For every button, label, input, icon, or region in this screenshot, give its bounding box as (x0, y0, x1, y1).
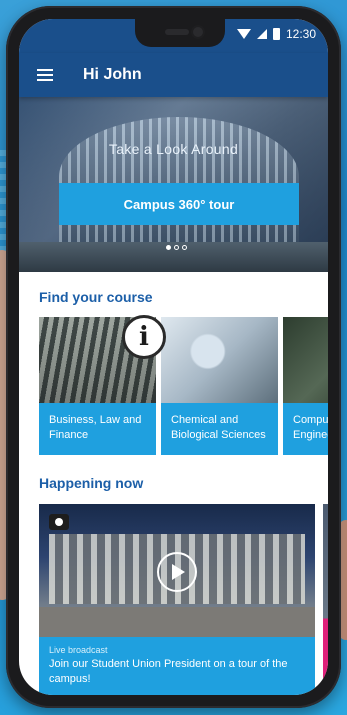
course-label: Computing Engineer (293, 414, 328, 441)
app-bar: Hi John (19, 53, 328, 97)
play-button[interactable] (157, 552, 197, 592)
event-image (39, 504, 315, 637)
next-event-card[interactable] (323, 504, 328, 695)
course-carousel[interactable]: Business, Law and Finance Chemical and B… (39, 317, 328, 457)
hero-carousel[interactable]: Take a Look Around Campus 360° tour (19, 97, 328, 272)
phone-frame: 12:30 Hi John Take a Look Around Campus … (6, 6, 341, 708)
course-label: Chemical and Biological Sciences (171, 414, 266, 441)
status-bar: 12:30 (19, 19, 328, 53)
carousel-dot-1[interactable] (166, 245, 171, 250)
event-kicker: Live broadcast (49, 645, 108, 655)
course-image (161, 317, 278, 403)
page-title: Hi John (83, 66, 142, 83)
speaker (165, 29, 189, 35)
hero-caption: Take a Look Around (108, 141, 239, 157)
front-camera (193, 27, 203, 37)
status-icons: 12:30 (236, 27, 316, 41)
video-camera-icon (49, 514, 69, 530)
status-time: 12:30 (285, 27, 316, 41)
carousel-dot-3[interactable] (182, 245, 187, 250)
carousel-dot-2[interactable] (174, 245, 179, 250)
happening-now-heading: Happening now (39, 475, 144, 491)
battery-icon (272, 28, 280, 40)
course-card-chemical[interactable]: Chemical and Biological Sciences (161, 317, 278, 455)
event-ground (39, 607, 315, 637)
course-label: Business, Law and Finance (49, 414, 142, 441)
signal-icon (256, 29, 267, 39)
notch (135, 19, 225, 47)
info-icon[interactable]: i (122, 315, 166, 359)
course-image (283, 317, 328, 403)
menu-icon[interactable] (23, 53, 67, 97)
course-card-computing[interactable]: Computing Engineer (283, 317, 328, 455)
play-icon (172, 564, 185, 580)
wifi-icon (236, 29, 251, 39)
carousel-indicator (166, 245, 187, 250)
campus-tour-button[interactable]: Campus 360° tour (59, 183, 299, 225)
find-course-heading: Find your course (39, 289, 153, 305)
happening-carousel[interactable]: Live broadcast Join our Student Union Pr… (39, 504, 328, 695)
event-title: Join our Student Union President on a to… (49, 658, 288, 685)
app-screen: 12:30 Hi John Take a Look Around Campus … (19, 19, 328, 695)
event-card[interactable]: Live broadcast Join our Student Union Pr… (39, 504, 315, 695)
